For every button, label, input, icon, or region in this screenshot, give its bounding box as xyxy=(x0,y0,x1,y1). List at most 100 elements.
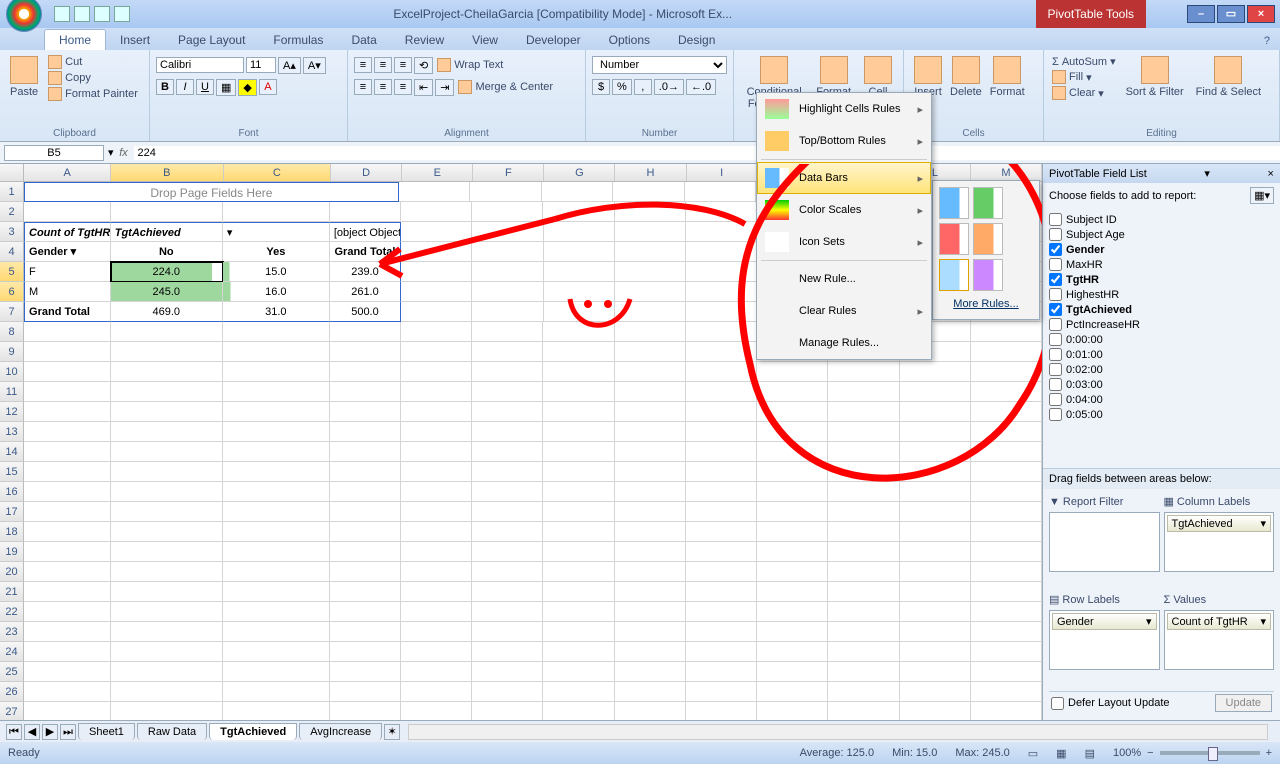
tab-nav-first[interactable]: ⏮ xyxy=(6,724,22,740)
cf-color-scales[interactable]: Color Scales▸ xyxy=(757,194,931,226)
dec-decimal[interactable]: ←.0 xyxy=(686,79,716,95)
status-zoom[interactable]: 100% xyxy=(1113,747,1141,759)
new-sheet-icon[interactable]: ✶ xyxy=(384,724,400,740)
percent-button[interactable]: % xyxy=(612,79,632,95)
tab-nav-next[interactable]: ▶ xyxy=(42,724,58,740)
tab-formulas[interactable]: Formulas xyxy=(259,30,337,50)
cf-data-bars[interactable]: Data Bars▸ xyxy=(757,162,931,194)
field-highesthr[interactable]: HighestHR xyxy=(1049,287,1274,302)
field-pctincreasehr[interactable]: PctIncreaseHR xyxy=(1049,317,1274,332)
align-bot[interactable]: ≡ xyxy=(394,57,412,73)
find-select-button[interactable]: Find & Select xyxy=(1192,54,1265,101)
comma-button[interactable]: , xyxy=(634,79,652,95)
format-painter-button[interactable]: Format Painter xyxy=(46,86,140,102)
col-header-g[interactable]: G xyxy=(544,164,615,181)
font-size-input[interactable] xyxy=(246,57,276,73)
shrink-font-button[interactable]: A▾ xyxy=(303,57,326,74)
pane-close-icon[interactable]: × xyxy=(1268,168,1274,180)
tag-count-tgthr[interactable]: Count of TgtHR▾ xyxy=(1167,613,1272,630)
databar-purple[interactable] xyxy=(973,259,1003,291)
zoom-in-icon[interactable]: + xyxy=(1266,747,1272,759)
field-00200[interactable]: 0:02:00 xyxy=(1049,362,1274,377)
databar-lightblue[interactable] xyxy=(939,259,969,291)
tab-home[interactable]: Home xyxy=(44,29,106,50)
align-top[interactable]: ≡ xyxy=(354,57,372,73)
cf-new-rule[interactable]: New Rule... xyxy=(757,263,931,295)
inc-decimal[interactable]: .0→ xyxy=(654,79,684,95)
col-header-h[interactable]: H xyxy=(615,164,686,181)
tab-developer[interactable]: Developer xyxy=(512,30,595,50)
autosum-button[interactable]: ΣAutoSum▾ xyxy=(1050,54,1118,69)
fill-color-button[interactable]: ◆ xyxy=(238,79,256,96)
tab-view[interactable]: View xyxy=(458,30,512,50)
field-00300[interactable]: 0:03:00 xyxy=(1049,377,1274,392)
field-list[interactable]: Subject IDSubject AgeGenderMaxHRTgtHRHig… xyxy=(1043,208,1280,468)
field-subjectage[interactable]: Subject Age xyxy=(1049,227,1274,242)
col-header-a[interactable]: A xyxy=(24,164,111,181)
bold-button[interactable]: B xyxy=(156,79,174,95)
databar-more-rules[interactable]: More Rules... xyxy=(939,295,1033,313)
col-header-b[interactable]: B xyxy=(111,164,224,181)
sheet-tab-sheet1[interactable]: Sheet1 xyxy=(78,723,135,740)
tag-gender[interactable]: Gender▾ xyxy=(1052,613,1157,630)
select-all-corner[interactable] xyxy=(0,164,24,181)
tab-insert[interactable]: Insert xyxy=(106,30,164,50)
field-00000[interactable]: 0:00:00 xyxy=(1049,332,1274,347)
field-00100[interactable]: 0:01:00 xyxy=(1049,347,1274,362)
tag-tgtachieved[interactable]: TgtAchieved▾ xyxy=(1167,515,1272,532)
clear-button[interactable]: Clear▾ xyxy=(1050,85,1118,101)
zoom-slider[interactable] xyxy=(1160,751,1260,755)
report-filter-box[interactable] xyxy=(1049,512,1160,572)
layout-options-icon[interactable]: ▦▾ xyxy=(1250,187,1274,204)
databar-blue[interactable] xyxy=(939,187,969,219)
col-header-c[interactable]: C xyxy=(224,164,331,181)
cf-highlight-cells-rules[interactable]: Highlight Cells Rules▸ xyxy=(757,93,931,125)
view-pagebreak-icon[interactable]: ▤ xyxy=(1085,747,1095,760)
align-left[interactable]: ≡ xyxy=(354,79,372,95)
align-right[interactable]: ≡ xyxy=(394,79,412,95)
merge-center-button[interactable]: Merge & Center xyxy=(456,79,555,95)
indent-dec[interactable]: ⇤ xyxy=(414,79,433,96)
col-header-e[interactable]: E xyxy=(402,164,473,181)
tab-data[interactable]: Data xyxy=(337,30,390,50)
cut-button[interactable]: Cut xyxy=(46,54,140,70)
italic-button[interactable]: I xyxy=(176,79,194,95)
column-labels-box[interactable]: TgtAchieved▾ xyxy=(1164,512,1275,572)
copy-button[interactable]: Copy xyxy=(46,70,140,86)
help-icon[interactable]: ? xyxy=(1254,32,1280,50)
col-header-i[interactable]: I xyxy=(687,164,758,181)
maximize-button[interactable]: ▭ xyxy=(1217,5,1245,23)
sheet-tab-tgtachieved[interactable]: TgtAchieved xyxy=(209,723,297,740)
indent-inc[interactable]: ⇥ xyxy=(435,79,454,96)
cf-clear-rules[interactable]: Clear Rules▸ xyxy=(757,295,931,327)
currency-button[interactable]: $ xyxy=(592,79,610,95)
font-name-input[interactable] xyxy=(156,57,244,73)
field-00400[interactable]: 0:04:00 xyxy=(1049,392,1274,407)
wrap-text-button[interactable]: Wrap Text xyxy=(435,57,505,73)
border-button[interactable]: ▦ xyxy=(216,79,236,96)
align-center[interactable]: ≡ xyxy=(374,79,392,95)
horizontal-scrollbar[interactable] xyxy=(408,724,1268,740)
number-format-select[interactable]: Number xyxy=(592,56,727,74)
col-header-d[interactable]: D xyxy=(331,164,402,181)
update-button[interactable]: Update xyxy=(1215,694,1272,712)
sort-filter-button[interactable]: Sort & Filter xyxy=(1122,54,1188,101)
tab-options[interactable]: Options xyxy=(595,30,664,50)
values-box[interactable]: Count of TgtHR▾ xyxy=(1164,610,1275,670)
fx-icon[interactable]: fx xyxy=(114,147,134,159)
sheet-tab-avgincrease[interactable]: AvgIncrease xyxy=(299,723,382,740)
cf-icon-sets[interactable]: Icon Sets▸ xyxy=(757,226,931,258)
qat-save-icon[interactable] xyxy=(54,6,70,22)
col-header-f[interactable]: F xyxy=(473,164,544,181)
databar-orange[interactable] xyxy=(973,223,1003,255)
grow-font-button[interactable]: A▴ xyxy=(278,57,301,74)
cf-top-bottom-rules[interactable]: Top/Bottom Rules▸ xyxy=(757,125,931,157)
view-normal-icon[interactable]: ▭ xyxy=(1028,747,1038,760)
delete-cells-button[interactable]: Delete xyxy=(946,54,986,100)
format-cells-button[interactable]: Format xyxy=(986,54,1029,100)
zoom-out-icon[interactable]: − xyxy=(1147,747,1153,759)
formula-input[interactable] xyxy=(134,146,1280,160)
field-subjectid[interactable]: Subject ID xyxy=(1049,212,1274,227)
align-mid[interactable]: ≡ xyxy=(374,57,392,73)
fill-button[interactable]: Fill▾ xyxy=(1050,69,1118,85)
